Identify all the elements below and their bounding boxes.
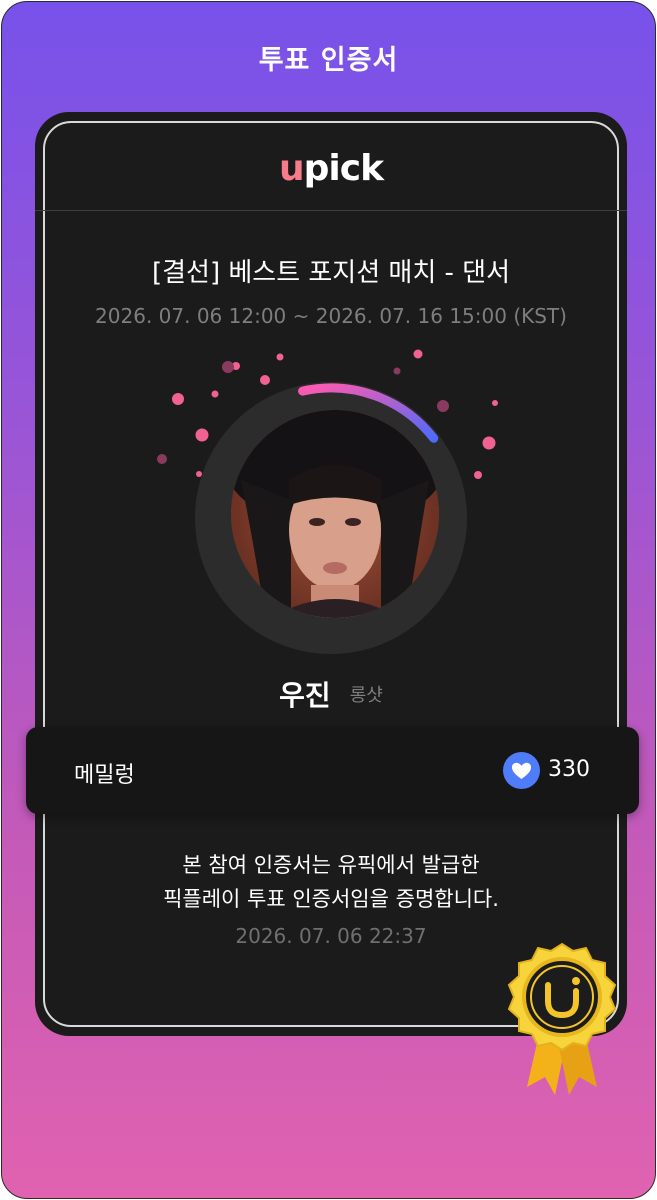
certificate-card: upick [결선] 베스트 포지션 매치 - 댄서 2026. 07. 06 … — [35, 112, 627, 1036]
certificate-statement: 본 참여 인증서는 유픽에서 발급한 픽플레이 투표 인증서임을 증명합니다. — [35, 848, 627, 916]
vote-count: 330 — [548, 757, 590, 782]
heart-icon — [503, 752, 540, 789]
certificate-line: 본 참여 인증서는 유픽에서 발급한 — [182, 853, 480, 877]
certificate-screen: 투표 인증서 upick [결선] 베스트 포지션 매치 - 댄서 2026. … — [1, 1, 656, 1199]
voter-row: 메밀렁 330 — [26, 727, 639, 814]
candidate-info: 우진 롱샷 — [35, 674, 627, 714]
voter-name: 메밀렁 — [74, 763, 135, 788]
candidate-photo — [231, 410, 439, 618]
candidate-name: 우진 — [279, 679, 331, 712]
candidate-group: 롱샷 — [349, 685, 383, 706]
certificate-line: 픽플레이 투표 인증서임을 증명합니다. — [163, 887, 499, 911]
certificate-medal-icon — [507, 942, 617, 1095]
page-title: 투표 인증서 — [258, 45, 399, 76]
